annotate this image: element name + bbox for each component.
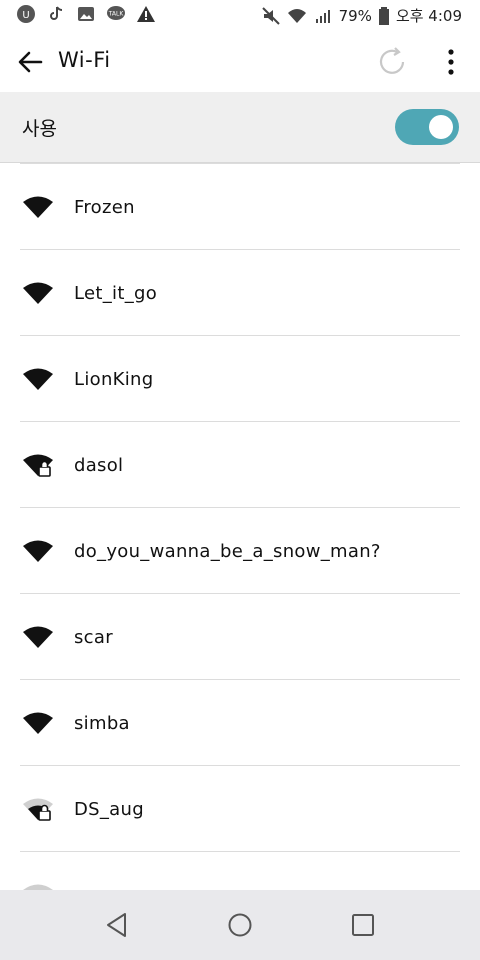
more-vert-icon xyxy=(448,49,454,75)
wifi-locked-icon xyxy=(23,454,53,477)
network-item-scar[interactable]: scar xyxy=(0,593,480,679)
battery-percent: 79% xyxy=(338,6,372,25)
refresh-icon xyxy=(379,47,405,74)
navigation-bar xyxy=(0,890,480,960)
svg-text:U: U xyxy=(22,10,29,21)
wifi-full-icon xyxy=(23,196,53,218)
network-item-lionking[interactable]: LionKing xyxy=(0,335,480,421)
signal-icon xyxy=(315,9,330,23)
network-item-do-you-wanna-be-a-snow-man[interactable]: do_you_wanna_be_a_snow_man? xyxy=(0,507,480,593)
back-arrow-icon xyxy=(18,51,43,73)
wifi-full-icon xyxy=(23,626,53,648)
app-bar: Wi-Fi xyxy=(0,32,480,93)
wifi-full-icon xyxy=(23,540,53,562)
wifi-weak-locked-icon xyxy=(23,798,53,821)
status-left-icons: U TALK xyxy=(16,4,156,24)
network-item-frozen[interactable]: Frozen xyxy=(0,163,480,249)
status-bar: U TALK 79% 오후 4:09 xyxy=(0,0,480,32)
network-ssid: do_you_wanna_be_a_snow_man? xyxy=(74,541,381,562)
battery-icon xyxy=(378,6,389,25)
back-button[interactable] xyxy=(12,44,48,80)
wifi-full-icon xyxy=(23,282,53,304)
network-list: Frozen Let_it_go LionKing dasol do_you_w… xyxy=(0,163,480,890)
wifi-toggle-row[interactable]: 사용 xyxy=(0,92,480,163)
refresh-button[interactable] xyxy=(372,42,412,82)
network-ssid: DS_aug xyxy=(74,799,144,820)
network-ssid: scar xyxy=(74,627,113,648)
network-item-simba[interactable]: simba xyxy=(0,679,480,765)
network-item-partial[interactable] xyxy=(0,851,480,890)
wifi-status-icon xyxy=(287,8,306,23)
wifi-weak-icon xyxy=(23,884,53,890)
u-plus-icon: U xyxy=(17,5,35,23)
switch-knob xyxy=(429,115,453,139)
talk-icon: TALK xyxy=(107,6,125,20)
network-item-let-it-go[interactable]: Let_it_go xyxy=(0,249,480,335)
network-item-ds-aug[interactable]: DS_aug xyxy=(0,765,480,851)
toggle-label: 사용 xyxy=(22,118,57,140)
wifi-full-icon xyxy=(23,368,53,390)
network-ssid: LionKing xyxy=(74,369,154,390)
network-ssid: dasol xyxy=(74,455,124,476)
page-title: Wi-Fi xyxy=(58,48,111,72)
nav-back-button[interactable] xyxy=(102,910,132,940)
nav-home-button[interactable] xyxy=(225,910,255,940)
mute-icon xyxy=(261,6,280,25)
network-item-dasol[interactable]: dasol xyxy=(0,421,480,507)
network-ssid: simba xyxy=(74,713,130,734)
wifi-full-icon xyxy=(23,712,53,734)
network-ssid: Let_it_go xyxy=(74,283,158,304)
home-circle-icon xyxy=(228,913,252,937)
gallery-icon xyxy=(78,7,94,21)
more-options-button[interactable] xyxy=(434,42,468,82)
status-right: 79% 오후 4:09 xyxy=(261,5,462,26)
recents-square-icon xyxy=(352,914,374,936)
tiktok-icon xyxy=(50,6,63,20)
wifi-switch[interactable] xyxy=(395,109,459,145)
network-ssid: Frozen xyxy=(74,197,135,218)
back-triangle-icon xyxy=(107,913,126,937)
svg-text:TALK: TALK xyxy=(108,11,125,18)
warning-icon xyxy=(137,6,155,22)
clock: 오후 4:09 xyxy=(395,7,462,25)
nav-recents-button[interactable] xyxy=(348,910,378,940)
